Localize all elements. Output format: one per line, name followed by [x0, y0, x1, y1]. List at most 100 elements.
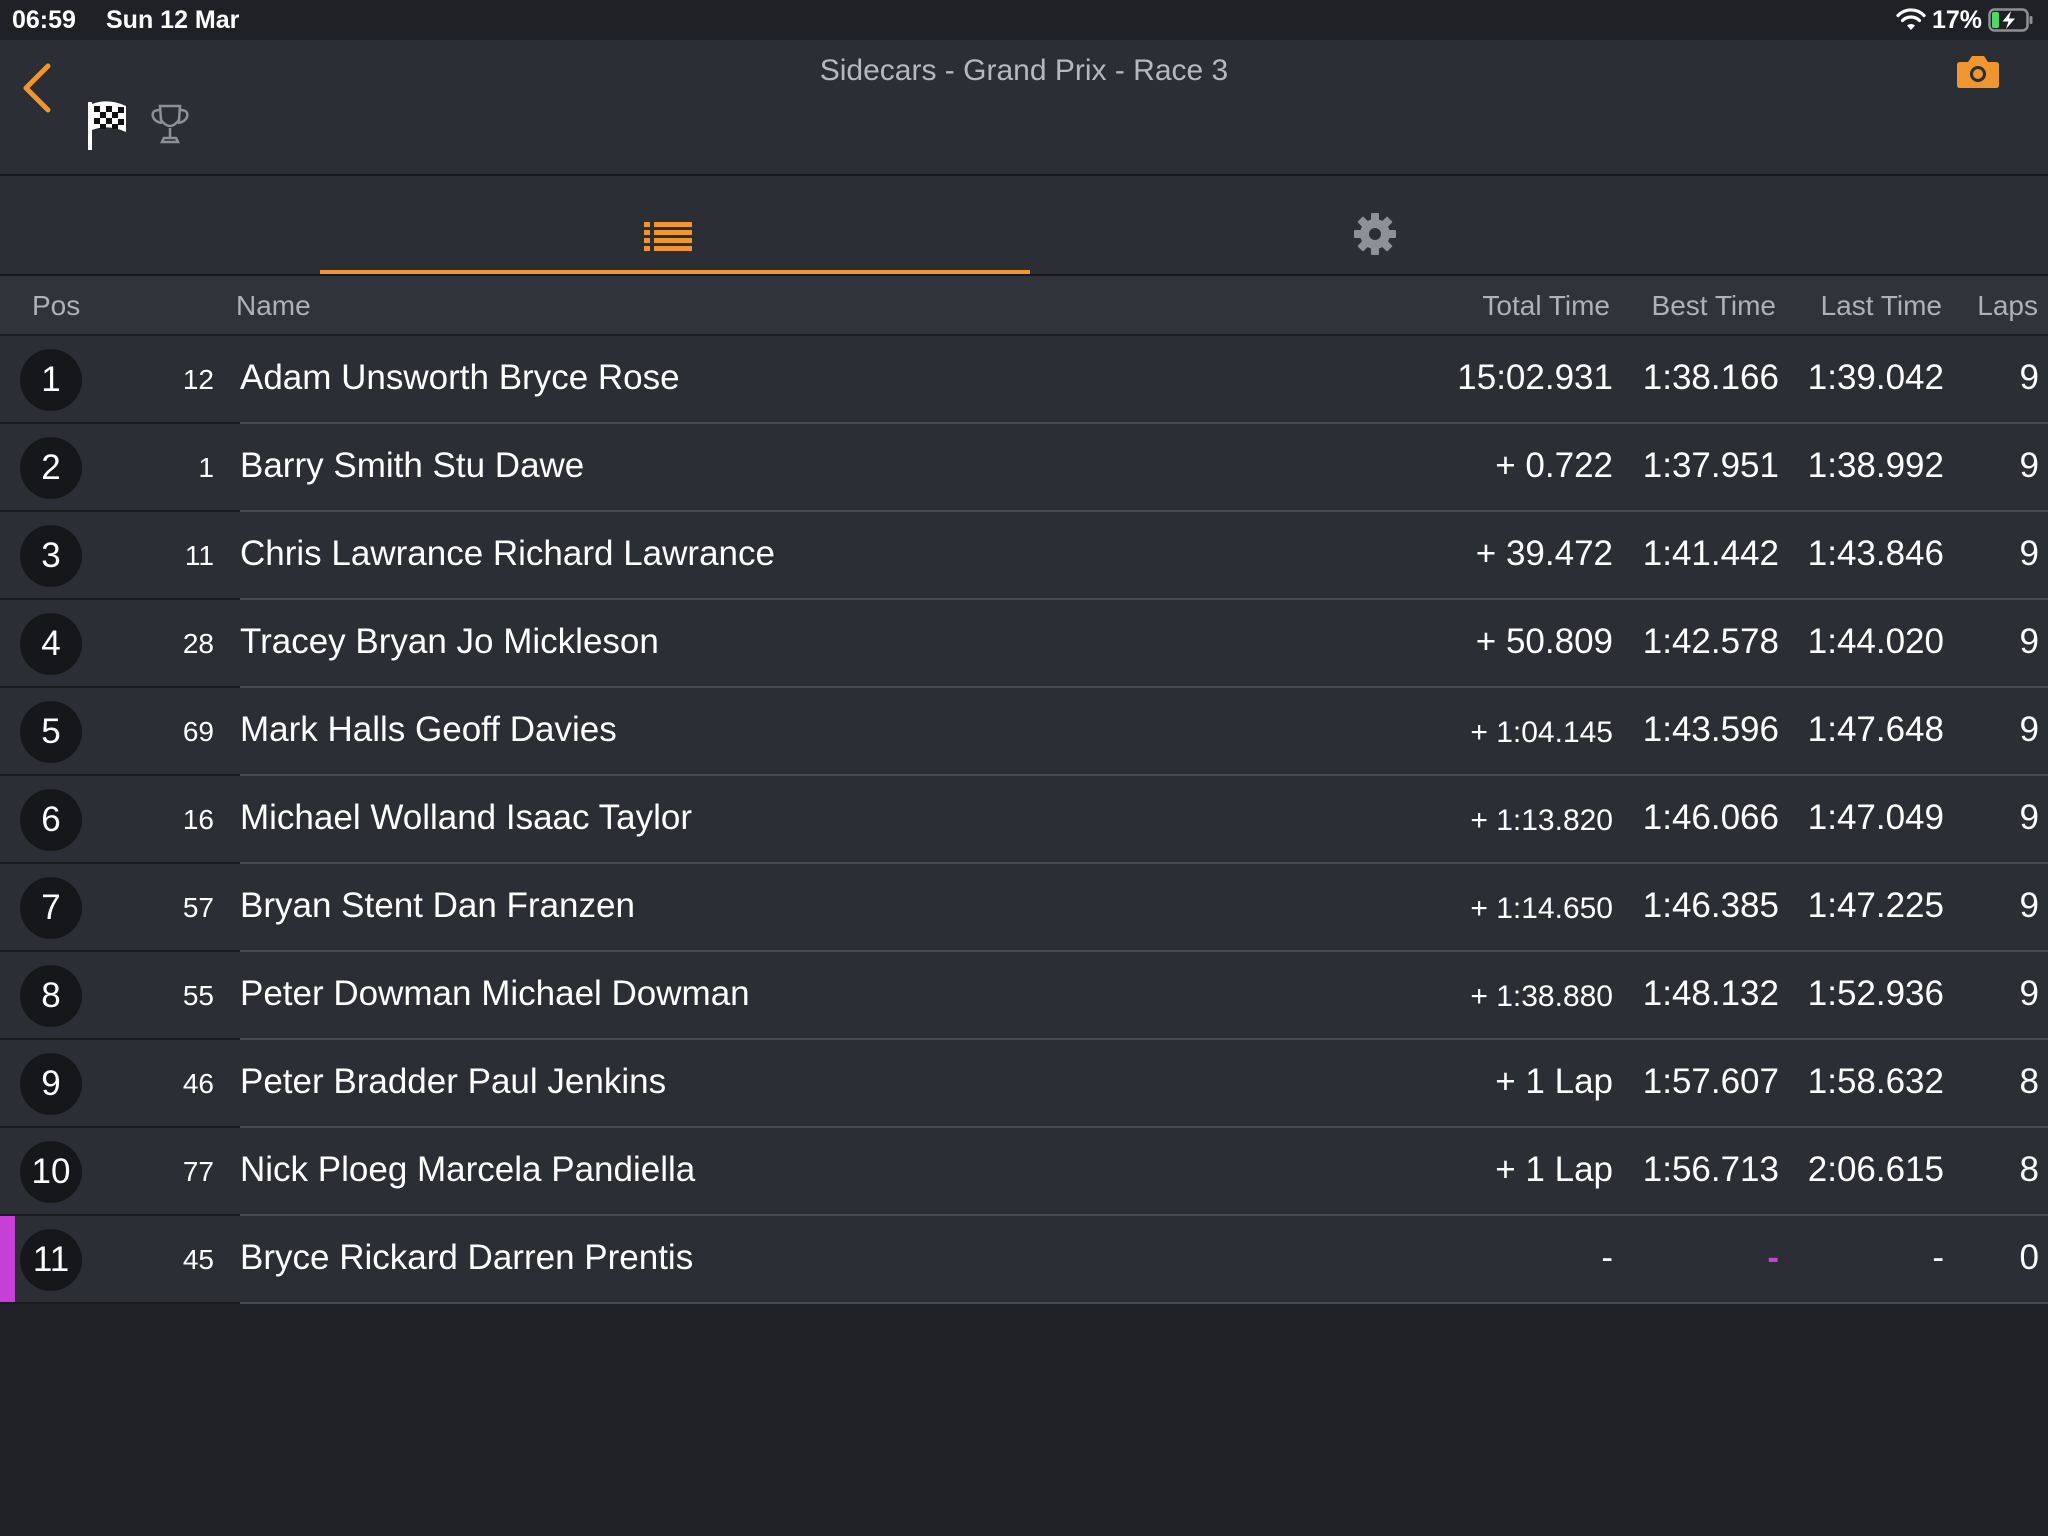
- driver-names: Peter Bradder Paul Jenkins: [240, 1062, 667, 1101]
- total-time: + 0.722: [1495, 446, 1613, 485]
- wifi-icon: [1896, 8, 1926, 30]
- position-badge: 8: [20, 965, 82, 1027]
- tab-results-list[interactable]: [320, 176, 1030, 274]
- status-indicators: 17%: [1896, 4, 2034, 36]
- position-badge: 9: [20, 1053, 82, 1115]
- total-time: + 39.472: [1475, 534, 1613, 573]
- position-badge: 11: [20, 1229, 82, 1291]
- position-badge: 7: [20, 877, 82, 939]
- laps-count: 9: [2019, 534, 2039, 573]
- last-time: 1:38.992: [1807, 446, 1944, 485]
- total-time: 15:02.931: [1457, 358, 1613, 397]
- laps-count: 8: [2019, 1150, 2039, 1189]
- laps-count: 9: [2019, 358, 2039, 397]
- position-badge: 10: [20, 1141, 82, 1203]
- active-tab-indicator: [320, 270, 1030, 274]
- tab-settings[interactable]: [1330, 176, 1420, 274]
- car-number: 16: [182, 804, 214, 835]
- app-root: 06:59 Sun 12 Mar 17% Sidecars - Grand Pr…: [0, 0, 2048, 1536]
- best-time: 1:57.607: [1642, 1062, 1779, 1101]
- total-time: -: [1601, 1238, 1613, 1277]
- column-header-total-time[interactable]: Total Time: [1482, 290, 1610, 322]
- table-row[interactable]: 7 57 Bryan Stent Dan Franzen + 1:14.650 …: [0, 864, 2048, 952]
- results-table-header: Pos Name Total Time Best Time Last Time …: [0, 276, 2048, 336]
- total-time: + 50.809: [1475, 622, 1613, 661]
- car-number: 28: [182, 628, 214, 659]
- column-header-last-time[interactable]: Last Time: [1821, 290, 1942, 322]
- pit-status-stripe: [0, 1216, 15, 1304]
- results-table-body: 1 12 Adam Unsworth Bryce Rose 15:02.931 …: [0, 336, 2048, 1304]
- last-time: 1:52.936: [1807, 974, 1944, 1013]
- driver-names: Nick Ploeg Marcela Pandiella: [240, 1150, 696, 1189]
- driver-names: Bryce Rickard Darren Prentis: [240, 1238, 694, 1277]
- position-badge: 5: [20, 701, 82, 763]
- table-row[interactable]: 6 16 Michael Wolland Isaac Taylor + 1:13…: [0, 776, 2048, 864]
- best-time: 1:38.166: [1642, 358, 1779, 397]
- laps-count: 0: [2019, 1238, 2039, 1277]
- laps-count: 9: [2019, 622, 2039, 661]
- best-time: 1:42.578: [1642, 622, 1779, 661]
- car-number: 45: [182, 1244, 214, 1275]
- laps-count: 9: [2019, 710, 2039, 749]
- page-title: Sidecars - Grand Prix - Race 3: [819, 54, 1229, 87]
- position-badge: 2: [20, 437, 82, 499]
- driver-names: Peter Dowman Michael Dowman: [240, 974, 750, 1013]
- table-row[interactable]: 8 55 Peter Dowman Michael Dowman + 1:38.…: [0, 952, 2048, 1040]
- column-header-pos[interactable]: Pos: [32, 290, 80, 322]
- car-number: 77: [182, 1156, 214, 1187]
- column-header-laps[interactable]: Laps: [1977, 290, 2038, 322]
- battery-percent: 17%: [1931, 5, 1982, 34]
- driver-names: Bryan Stent Dan Franzen: [240, 886, 635, 925]
- laps-count: 9: [2019, 886, 2039, 925]
- list-icon: [644, 222, 692, 251]
- last-time: 1:47.648: [1807, 710, 1944, 749]
- table-row[interactable]: 11 45 Bryce Rickard Darren Prentis - - -…: [0, 1216, 2048, 1304]
- column-header-best-time[interactable]: Best Time: [1652, 290, 1776, 322]
- best-time: 1:56.713: [1642, 1150, 1779, 1189]
- table-row[interactable]: 2 1 Barry Smith Stu Dawe + 0.722 1:37.95…: [0, 424, 2048, 512]
- best-time: 1:37.951: [1642, 446, 1779, 485]
- driver-names: Adam Unsworth Bryce Rose: [240, 358, 680, 397]
- best-time: 1:43.596: [1642, 710, 1779, 749]
- car-number: 46: [182, 1068, 214, 1099]
- position-badge: 6: [20, 789, 82, 851]
- car-number: 1: [198, 452, 214, 483]
- last-time: 2:06.615: [1807, 1150, 1944, 1189]
- best-time: 1:46.385: [1642, 886, 1779, 925]
- best-time: 1:41.442: [1642, 534, 1779, 573]
- table-row[interactable]: 1 12 Adam Unsworth Bryce Rose 15:02.931 …: [0, 336, 2048, 424]
- total-time: + 1 Lap: [1495, 1062, 1613, 1101]
- last-time: -: [1932, 1238, 1944, 1277]
- table-row[interactable]: 5 69 Mark Halls Geoff Davies + 1:04.145 …: [0, 688, 2048, 776]
- table-row[interactable]: 4 28 Tracey Bryan Jo Mickleson + 50.809 …: [0, 600, 2048, 688]
- car-number: 11: [184, 540, 214, 571]
- tab-bar: [0, 176, 2048, 276]
- last-time: 1:43.846: [1807, 534, 1944, 573]
- table-row[interactable]: 10 77 Nick Ploeg Marcela Pandiella + 1 L…: [0, 1128, 2048, 1216]
- table-row[interactable]: 9 46 Peter Bradder Paul Jenkins + 1 Lap …: [0, 1040, 2048, 1128]
- last-time: 1:47.049: [1807, 798, 1944, 837]
- row-divider: [240, 1302, 2048, 1304]
- status-bar: 06:59 Sun 12 Mar 17%: [0, 0, 2048, 40]
- total-time: + 1:04.145: [1470, 716, 1613, 749]
- last-time: 1:47.225: [1807, 886, 1944, 925]
- driver-names: Chris Lawrance Richard Lawrance: [240, 534, 775, 573]
- laps-count: 9: [2019, 974, 2039, 1013]
- laps-count: 9: [2019, 446, 2039, 485]
- last-time: 1:44.020: [1807, 622, 1944, 661]
- table-row[interactable]: 3 11 Chris Lawrance Richard Lawrance + 3…: [0, 512, 2048, 600]
- best-time: -: [1767, 1238, 1779, 1277]
- last-time: 1:58.632: [1807, 1062, 1944, 1101]
- best-time: 1:48.132: [1642, 974, 1779, 1013]
- position-badge: 1: [20, 349, 82, 411]
- total-time: + 1 Lap: [1495, 1150, 1613, 1189]
- car-number: 69: [182, 716, 214, 747]
- best-time: 1:46.066: [1642, 798, 1779, 837]
- status-time: 06:59: [12, 6, 76, 34]
- camera-button[interactable]: [1956, 54, 2000, 95]
- column-header-name[interactable]: Name: [236, 290, 311, 322]
- checkered-flag-icon: [88, 101, 126, 150]
- car-number: 55: [182, 980, 214, 1011]
- trophy-icon[interactable]: [148, 102, 192, 146]
- driver-names: Barry Smith Stu Dawe: [240, 446, 585, 485]
